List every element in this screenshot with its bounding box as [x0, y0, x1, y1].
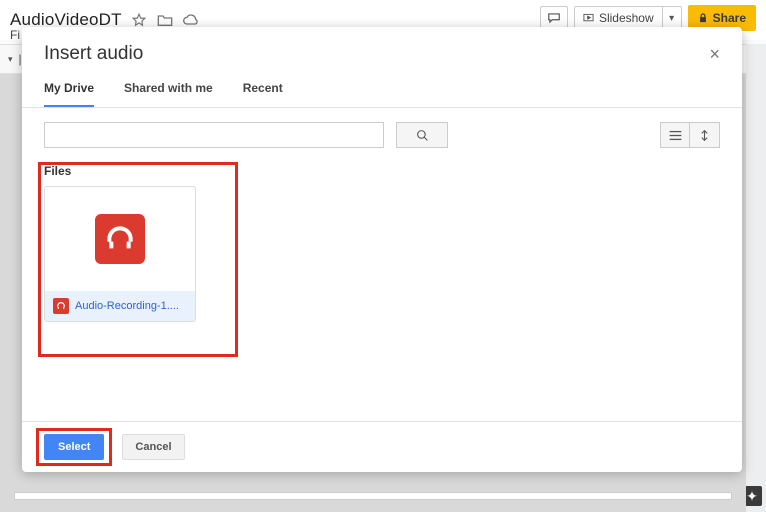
- search-button[interactable]: [396, 122, 448, 148]
- lock-icon: [698, 13, 708, 23]
- list-icon: [669, 130, 682, 141]
- insert-audio-dialog: Insert audio × My Drive Shared with me R…: [22, 27, 742, 472]
- sort-icon: [698, 129, 711, 142]
- headphones-icon: [53, 298, 69, 314]
- file-thumbnail: [45, 187, 195, 291]
- slideshow-label: Slideshow: [599, 11, 654, 25]
- file-card[interactable]: Audio-Recording-1....: [44, 186, 196, 322]
- file-name-label: Audio-Recording-1....: [75, 300, 179, 312]
- side-panel-rail: [746, 44, 766, 512]
- speaker-notes-bar[interactable]: [14, 492, 732, 500]
- share-label: Share: [713, 11, 746, 25]
- tab-recent[interactable]: Recent: [243, 81, 283, 108]
- list-view-button[interactable]: [660, 122, 690, 148]
- play-outline-icon: [583, 13, 594, 24]
- search-input[interactable]: [44, 122, 384, 148]
- toolbar-dropdown-1[interactable]: ▾: [8, 54, 13, 65]
- search-icon: [416, 129, 429, 142]
- menubar-file[interactable]: Fi: [10, 28, 20, 42]
- tab-shared-with-me[interactable]: Shared with me: [124, 81, 213, 108]
- close-icon[interactable]: ×: [709, 44, 720, 65]
- select-button[interactable]: Select: [44, 434, 104, 460]
- dialog-tabs: My Drive Shared with me Recent: [22, 65, 742, 108]
- cancel-button[interactable]: Cancel: [122, 434, 184, 460]
- files-section-label: Files: [22, 162, 742, 186]
- tab-my-drive[interactable]: My Drive: [44, 81, 94, 108]
- sort-view-button[interactable]: [690, 122, 720, 148]
- dialog-title: Insert audio: [44, 43, 143, 65]
- headphones-icon: [95, 214, 145, 264]
